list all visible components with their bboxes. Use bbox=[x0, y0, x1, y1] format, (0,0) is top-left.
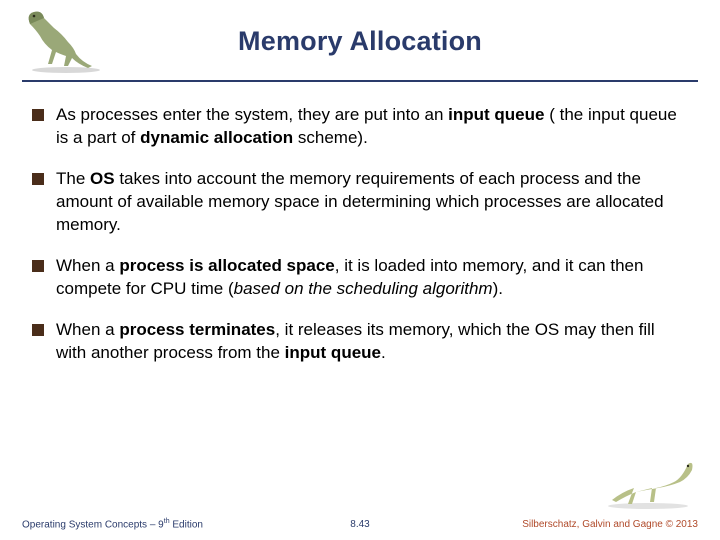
bullet-text: When a process terminates, it releases i… bbox=[56, 319, 688, 365]
header: Memory Allocation bbox=[22, 0, 698, 82]
footer-left: Operating System Concepts – 9th Edition bbox=[22, 518, 203, 530]
footer-copyright: Silberschatz, Galvin and Gagne © 2013 bbox=[522, 519, 698, 530]
bullet-text: When a process is allocated space, it is… bbox=[56, 255, 688, 301]
bullet-square-icon bbox=[32, 260, 44, 272]
bullet-item: The OS takes into account the memory req… bbox=[32, 168, 688, 237]
bullet-text: As processes enter the system, they are … bbox=[56, 104, 688, 150]
content-area: As processes enter the system, they are … bbox=[0, 82, 720, 364]
dinosaur-logo-left bbox=[16, 4, 106, 76]
bullet-square-icon bbox=[32, 324, 44, 336]
bullet-item: When a process terminates, it releases i… bbox=[32, 319, 688, 365]
footer: Operating System Concepts – 9th Edition … bbox=[0, 518, 720, 530]
footer-book-title-post: Edition bbox=[170, 519, 203, 530]
footer-book-title-pre: Operating System Concepts – 9 bbox=[22, 519, 164, 530]
bullet-item: As processes enter the system, they are … bbox=[32, 104, 688, 150]
footer-page-number: 8.43 bbox=[350, 519, 369, 530]
bullet-square-icon bbox=[32, 173, 44, 185]
bullet-item: When a process is allocated space, it is… bbox=[32, 255, 688, 301]
bullet-text: The OS takes into account the memory req… bbox=[56, 168, 688, 237]
bullet-square-icon bbox=[32, 109, 44, 121]
dinosaur-logo-right bbox=[602, 456, 698, 512]
slide-title: Memory Allocation bbox=[22, 0, 698, 57]
slide: Memory Allocation As processes enter the… bbox=[0, 0, 720, 540]
